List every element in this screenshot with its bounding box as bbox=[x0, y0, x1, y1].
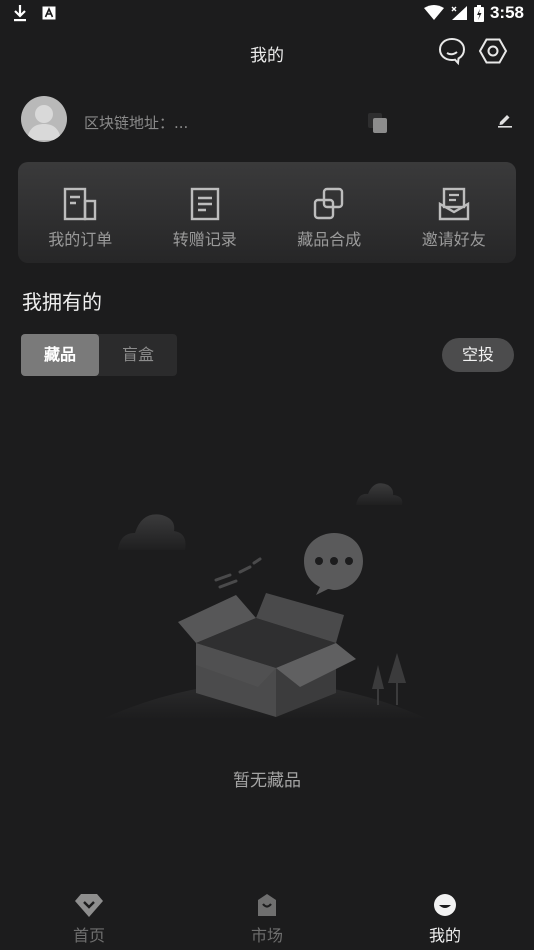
empty-box-illustration bbox=[100, 483, 430, 720]
battery-icon bbox=[473, 4, 484, 22]
empty-state-text: 暂无藏品 bbox=[233, 771, 301, 791]
font-icon bbox=[42, 6, 56, 20]
status-left-icons bbox=[12, 4, 56, 22]
profile-face-icon bbox=[434, 894, 456, 916]
status-right-icons: 3:58 bbox=[423, 3, 524, 23]
action-invite-friends[interactable]: 邀请好友 bbox=[392, 162, 517, 263]
wifi-icon bbox=[423, 5, 444, 20]
action-label: 转赠记录 bbox=[172, 230, 237, 249]
nav-market[interactable]: 市场 bbox=[178, 880, 356, 950]
action-transfer-records[interactable]: 转赠记录 bbox=[143, 162, 268, 263]
synthesis-icon bbox=[314, 187, 344, 220]
chain-address-label: 区块链地址：... bbox=[84, 114, 189, 132]
bottom-navigation: 首页 市场 我的 bbox=[0, 880, 534, 950]
settings-hexagon-icon[interactable] bbox=[478, 36, 508, 66]
tab-blind-boxes[interactable]: 盲盒 bbox=[99, 334, 177, 376]
edit-icon[interactable] bbox=[497, 112, 513, 128]
section-title: 我拥有的 bbox=[22, 290, 102, 314]
download-icon bbox=[14, 5, 26, 22]
home-diamond-icon bbox=[75, 894, 103, 917]
collection-tabs: 藏品 盲盒 bbox=[21, 334, 177, 376]
avatar-icon bbox=[27, 105, 61, 140]
action-label: 藏品合成 bbox=[297, 230, 362, 249]
nav-home[interactable]: 首页 bbox=[0, 880, 178, 950]
action-label: 我的订单 bbox=[48, 230, 113, 249]
nav-label: 首页 bbox=[72, 926, 105, 945]
tab-collectibles[interactable]: 藏品 bbox=[21, 334, 99, 376]
nav-profile[interactable]: 我的 bbox=[356, 880, 534, 950]
chat-bubble-icon[interactable] bbox=[437, 36, 467, 66]
invite-icon bbox=[438, 187, 469, 221]
orders-icon bbox=[64, 187, 97, 221]
quick-actions-card: 我的订单 转赠记录 藏品合成 邀请好友 bbox=[18, 162, 516, 263]
signal-icon bbox=[451, 6, 467, 20]
action-my-orders[interactable]: 我的订单 bbox=[18, 162, 143, 263]
status-time: 3:58 bbox=[489, 3, 524, 22]
copy-icon[interactable] bbox=[366, 111, 390, 135]
action-synthesis[interactable]: 藏品合成 bbox=[267, 162, 392, 263]
market-bag-icon bbox=[258, 894, 276, 916]
top-header: 我的 bbox=[0, 32, 534, 72]
airdrop-button[interactable]: 空投 bbox=[442, 338, 514, 372]
action-label: 邀请好友 bbox=[421, 230, 486, 249]
nav-label: 我的 bbox=[428, 926, 461, 945]
status-bar: 3:58 bbox=[0, 0, 534, 28]
nav-label: 市场 bbox=[250, 926, 283, 945]
transfer-record-icon bbox=[190, 187, 219, 221]
avatar[interactable] bbox=[21, 96, 67, 142]
